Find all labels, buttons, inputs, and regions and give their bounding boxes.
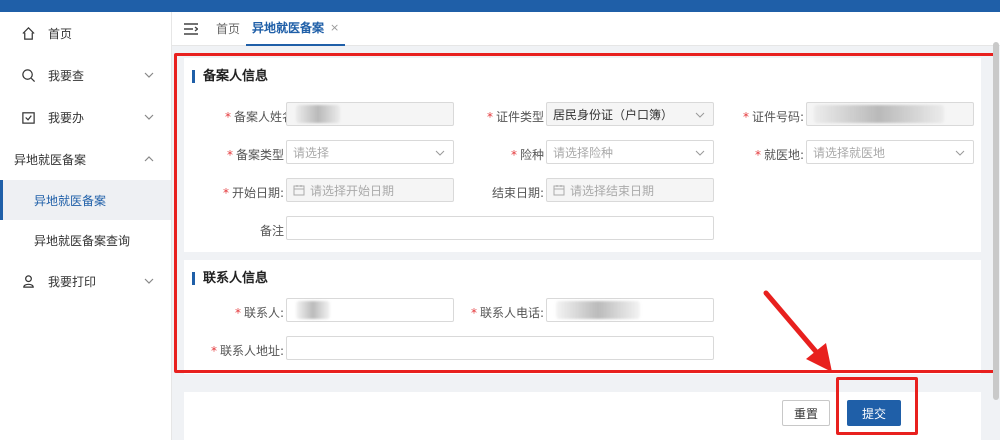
sidebar: 首页 我要查 我要办 异地就医备案 异地就医备案 异地就医备案查询 我要打印 <box>0 12 172 440</box>
sidebar-group-remote-medical[interactable]: 异地就医备案 <box>0 138 171 180</box>
sidebar-item-label: 我要办 <box>48 110 85 125</box>
form-highlight-box <box>174 53 998 373</box>
tab-home[interactable]: 首页 <box>210 12 246 46</box>
submit-highlight-box <box>836 377 918 435</box>
tab-label: 异地就医备案 <box>252 21 325 35</box>
chevron-down-icon <box>144 114 154 120</box>
chevron-up-icon <box>144 156 154 162</box>
sidebar-item-label: 我要打印 <box>48 274 97 289</box>
sidebar-item-label: 异地就医备案查询 <box>34 233 131 248</box>
tab-bar: 首页 异地就医备案 × <box>172 12 1000 46</box>
chevron-down-icon <box>144 278 154 284</box>
search-icon <box>20 67 36 83</box>
top-header-bar <box>0 0 1000 12</box>
sidebar-item-label: 异地就医备案 <box>34 193 107 208</box>
sidebar-item-remote-medical-filing[interactable]: 异地就医备案 <box>0 180 171 220</box>
sidebar-item-print[interactable]: 我要打印 <box>0 260 171 302</box>
sidebar-item-label: 我要查 <box>48 68 85 83</box>
sidebar-item-label: 首页 <box>48 26 73 41</box>
sidebar-item-label: 异地就医备案 <box>14 152 87 167</box>
sidebar-item-query[interactable]: 我要查 <box>0 54 171 96</box>
home-icon <box>20 25 36 41</box>
sidebar-item-handle[interactable]: 我要办 <box>0 96 171 138</box>
tab-label: 首页 <box>216 22 241 36</box>
chevron-down-icon <box>144 72 154 78</box>
inbox-icon <box>20 109 36 125</box>
tab-remote-medical-filing[interactable]: 异地就医备案 × <box>246 12 346 46</box>
scrollbar[interactable] <box>993 42 999 400</box>
close-icon[interactable]: × <box>330 21 339 34</box>
menu-fold-icon <box>184 22 198 35</box>
sidebar-item-remote-medical-query[interactable]: 异地就医备案查询 <box>0 220 171 260</box>
person-icon <box>20 273 36 289</box>
menu-toggle-button[interactable] <box>172 12 210 46</box>
sidebar-item-home[interactable]: 首页 <box>0 12 171 54</box>
reset-button[interactable]: 重置 <box>782 400 830 426</box>
